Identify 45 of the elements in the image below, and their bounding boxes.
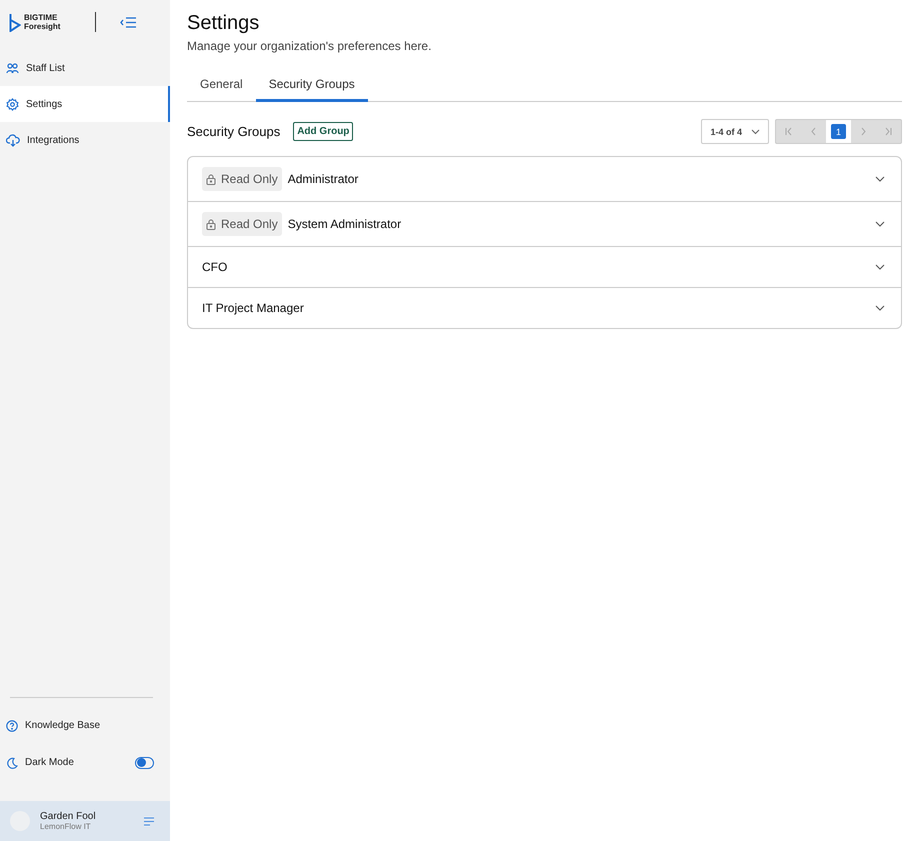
sidebar-link[interactable]: Knowledge Base [25, 720, 100, 731]
toggle-label: Dark Mode [25, 757, 74, 768]
section-title: Security Groups [187, 124, 280, 139]
range-dropdown[interactable]: 1-4 of 4 [701, 119, 769, 144]
add-group-button[interactable]: Add Group [293, 122, 354, 141]
first-page-icon [783, 126, 794, 137]
chevron-icon[interactable] [875, 264, 885, 270]
group-name: System Administrator [288, 217, 402, 231]
sidebar-item[interactable]: Settings [0, 86, 170, 122]
page-subtitle: Manage your organization's preferences here. [187, 39, 432, 53]
group-row[interactable]: Read Only Administrator [188, 157, 901, 201]
dark-mode-toggle[interactable] [135, 756, 154, 768]
lock-icon [206, 218, 216, 230]
brand-name: BIGTIME [24, 13, 58, 22]
group-row[interactable]: CFO [188, 246, 901, 287]
chevron-icon[interactable] [875, 221, 885, 227]
collapse-menu-button[interactable] [120, 16, 138, 28]
gear-icon [6, 98, 19, 110]
tab[interactable]: General [187, 71, 256, 102]
group-row[interactable]: Read Only System Administrator [188, 201, 901, 246]
group-name: CFO [202, 260, 228, 274]
logo-icon [9, 12, 21, 32]
help-icon [6, 720, 18, 732]
read-only-badge: Read Only [202, 212, 282, 236]
group-name: Administrator [288, 172, 358, 186]
lock-icon [206, 174, 216, 184]
group-name: IT Project Manager [202, 301, 304, 315]
organization-name: LemonFlow IT [40, 822, 92, 831]
user-name: Garden Fool [40, 811, 96, 822]
sidebar-item[interactable]: Staff List [0, 50, 170, 86]
tab[interactable]: Security Groups [256, 71, 368, 102]
moon-icon [6, 756, 18, 768]
last-page-icon [883, 126, 894, 137]
page-title: Settings [187, 11, 260, 36]
cloud-icon [6, 134, 20, 146]
read-only-badge: Read Only [202, 167, 282, 191]
caret-icon [751, 128, 760, 134]
sidebar-item[interactable]: Integrations [0, 122, 170, 158]
brand-product: Foresight [24, 22, 60, 31]
group-row[interactable]: IT Project Manager [188, 287, 901, 328]
page-number-button[interactable]: 1 [831, 124, 846, 139]
people-icon [6, 62, 19, 74]
chevron-icon[interactable] [875, 176, 885, 182]
chevron-icon[interactable] [875, 305, 885, 311]
menu-icon[interactable] [144, 816, 154, 826]
